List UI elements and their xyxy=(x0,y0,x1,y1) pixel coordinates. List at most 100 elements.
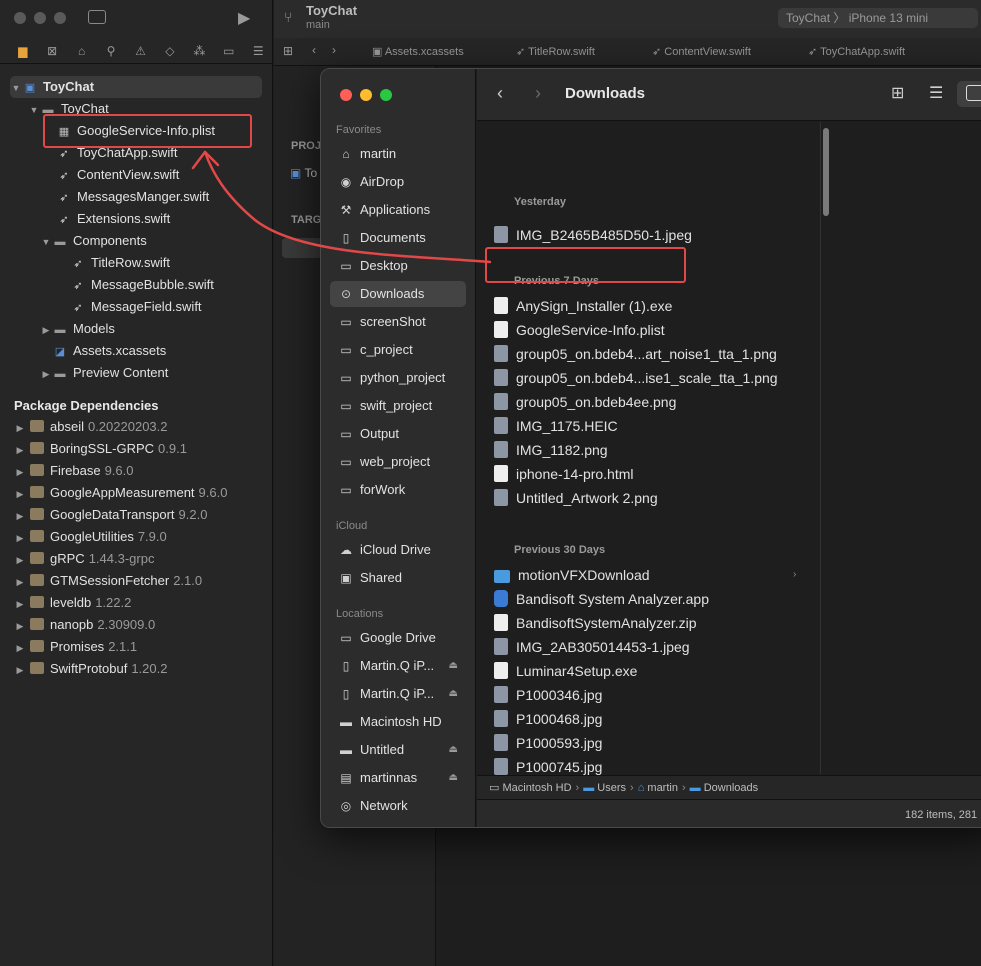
breakpoint-navigator-icon[interactable]: ▭ xyxy=(214,38,243,64)
path-segment[interactable]: martin xyxy=(647,782,678,794)
package-row[interactable]: ▶ Promises 2.1.1 xyxy=(14,636,138,659)
models-folder-row[interactable]: ▶ ▬ Models xyxy=(40,318,115,340)
minimize-window-button[interactable] xyxy=(360,89,372,101)
file-row[interactable]: P1000593.jpg xyxy=(494,731,602,755)
zoom-window-button[interactable] xyxy=(380,89,392,101)
file-row[interactable]: ➶ MessageBubble.swift xyxy=(70,274,213,296)
sidebar-item-python-project[interactable]: ▭ python_project xyxy=(330,365,466,391)
file-row[interactable]: Luminar4Setup.exe xyxy=(494,659,637,683)
package-row[interactable]: ▶ abseil 0.20220203.2 xyxy=(14,416,168,438)
close-window-button[interactable] xyxy=(14,12,26,24)
eject-icon[interactable]: ⏏ xyxy=(449,737,458,763)
project-navigator-icon[interactable]: ▆ xyxy=(8,38,37,64)
file-row[interactable]: motionVFXDownload xyxy=(494,563,650,587)
chevron-right-icon[interactable]: ▶ xyxy=(14,505,26,527)
path-segment[interactable]: Macintosh HD xyxy=(502,782,571,794)
file-row[interactable]: group05_on.bdeb4...ise1_scale_tta_1.png xyxy=(494,366,778,390)
chevron-right-icon[interactable]: ▶ xyxy=(14,483,26,505)
chevron-right-icon[interactable]: ▶ xyxy=(40,363,52,385)
eject-icon[interactable]: ⏏ xyxy=(449,681,458,707)
sidebar-item-applications[interactable]: ⚒ Applications xyxy=(330,197,466,223)
chevron-right-icon[interactable]: ▶ xyxy=(14,637,26,659)
package-row[interactable]: ▶ GoogleAppMeasurement 9.6.0 xyxy=(14,482,228,505)
sidebar-item-shared[interactable]: ▣ Shared xyxy=(330,565,466,591)
sidebar-item-network[interactable]: ◎ Network xyxy=(330,793,466,819)
assets-row[interactable]: ◪ Assets.xcassets xyxy=(52,340,166,362)
sidebar-item-icloud-drive[interactable]: ☁ iCloud Drive xyxy=(330,537,466,563)
source-control-icon[interactable]: ⊠ xyxy=(37,38,66,64)
file-row[interactable]: IMG_1175.HEIC xyxy=(494,414,618,438)
symbol-navigator-icon[interactable]: ⌂ xyxy=(67,38,96,64)
chevron-right-icon[interactable]: ▶ xyxy=(14,615,26,637)
sidebar-item-martin-q-ip-[interactable]: ▯ Martin.Q iP... ⏏ xyxy=(330,681,466,707)
issue-navigator-icon[interactable]: ⚠ xyxy=(126,38,155,64)
forward-icon[interactable]: › xyxy=(332,43,336,57)
file-row[interactable]: ➶ Extensions.swift xyxy=(56,208,170,230)
file-list-scrollbar[interactable] xyxy=(820,122,830,774)
sidebar-item-untitled[interactable]: ▬ Untitled ⏏ xyxy=(330,737,466,763)
package-row[interactable]: ▶ Firebase 9.6.0 xyxy=(14,460,134,482)
sidebar-item-desktop[interactable]: ▭ Desktop xyxy=(330,253,466,279)
file-row[interactable]: BandisoftSystemAnalyzer.zip xyxy=(494,611,697,635)
sidebar-item-google-drive[interactable]: ▭ Google Drive xyxy=(330,625,466,651)
zoom-window-button[interactable] xyxy=(54,12,66,24)
package-row[interactable]: ▶ leveldb 1.22.2 xyxy=(14,592,132,614)
file-row[interactable]: GoogleService-Info.plist xyxy=(494,318,665,342)
chevron-down-icon[interactable]: ▼ xyxy=(10,77,22,99)
file-row[interactable]: ➶ ContentView.swift xyxy=(56,164,179,186)
file-row[interactable]: IMG_2AB305014453-1.jpeg xyxy=(494,635,690,659)
package-row[interactable]: ▶ nanopb 2.30909.0 xyxy=(14,614,156,637)
editor-grid-icon[interactable]: ⊞ xyxy=(283,44,293,58)
tab-titlerow[interactable]: ➶ TitleRow.swift xyxy=(516,38,595,66)
back-icon[interactable]: ‹ xyxy=(312,43,316,57)
eject-icon[interactable]: ⏏ xyxy=(449,653,458,679)
project-item[interactable]: ▣ To xyxy=(290,166,317,180)
chevron-right-icon[interactable]: ▶ xyxy=(14,571,26,593)
file-row[interactable]: ➶ TitleRow.swift xyxy=(70,252,170,274)
sidebar-item-swift-project[interactable]: ▭ swift_project xyxy=(330,393,466,419)
package-row[interactable]: ▶ SwiftProtobuf 1.20.2 xyxy=(14,658,168,680)
chevron-right-icon[interactable]: ▶ xyxy=(14,527,26,549)
sidebar-item-screenshot[interactable]: ▭ screenShot xyxy=(330,309,466,335)
sidebar-item-c-project[interactable]: ▭ c_project xyxy=(330,337,466,363)
sidebar-item-martin[interactable]: ⌂ martin xyxy=(330,141,466,167)
package-row[interactable]: ▶ gRPC 1.44.3-grpc xyxy=(14,548,155,571)
chevron-right-icon[interactable]: ▶ xyxy=(40,319,52,341)
project-root-row[interactable]: ▼ ▣ ToyChat xyxy=(10,76,262,98)
chevron-right-icon[interactable]: ▶ xyxy=(14,439,26,461)
chevron-down-icon[interactable]: ▼ xyxy=(28,99,40,121)
close-window-button[interactable] xyxy=(340,89,352,101)
path-segment[interactable]: Downloads xyxy=(704,782,758,794)
sidebar-item-web-project[interactable]: ▭ web_project xyxy=(330,449,466,475)
list-view-icon[interactable]: ☰ xyxy=(929,83,943,103)
file-row[interactable]: P1000468.jpg xyxy=(494,707,602,731)
run-button-icon[interactable]: ▶ xyxy=(238,8,250,28)
forward-button-icon[interactable]: › xyxy=(535,83,541,104)
column-view-button[interactable] xyxy=(957,81,981,107)
file-row[interactable]: Untitled_Artwork 2.png xyxy=(494,486,658,510)
tab-toychatapp[interactable]: ➶ ToyChatApp.swift xyxy=(808,38,905,66)
icon-view-icon[interactable]: ⊞ xyxy=(891,83,904,103)
package-row[interactable]: ▶ BoringSSL-GRPC 0.9.1 xyxy=(14,438,187,460)
package-row[interactable]: ▶ GoogleUtilities 7.9.0 xyxy=(14,526,167,548)
back-button-icon[interactable]: ‹ xyxy=(497,83,503,104)
sidebar-item-documents[interactable]: ▯ Documents xyxy=(330,225,466,251)
tab-assets[interactable]: ▣ Assets.xcassets xyxy=(372,38,464,66)
file-row[interactable]: P1000346.jpg xyxy=(494,683,602,707)
path-segment[interactable]: Users xyxy=(597,782,626,794)
file-row[interactable]: AnySign_Installer (1).exe xyxy=(494,294,672,318)
test-navigator-icon[interactable]: ◇ xyxy=(155,38,184,64)
sidebar-item-martinnas[interactable]: ▤ martinnas ⏏ xyxy=(330,765,466,791)
eject-icon[interactable]: ⏏ xyxy=(449,765,458,791)
tab-contentview[interactable]: ➶ ContentView.swift xyxy=(652,38,751,66)
file-row[interactable]: ➶ MessageField.swift xyxy=(70,296,201,318)
report-navigator-icon[interactable]: ☰ xyxy=(244,38,273,64)
chevron-right-icon[interactable]: ▶ xyxy=(14,549,26,571)
package-row[interactable]: ▶ GoogleDataTransport 9.2.0 xyxy=(14,504,208,527)
sidebar-item-forwork[interactable]: ▭ forWork xyxy=(330,477,466,503)
target-item[interactable] xyxy=(282,238,322,258)
chevron-down-icon[interactable]: ▼ xyxy=(40,231,52,253)
scheme-selector[interactable]: ToyChat 〉 iPhone 13 mini xyxy=(778,8,978,28)
sidebar-item-output[interactable]: ▭ Output xyxy=(330,421,466,447)
components-folder-row[interactable]: ▼ ▬ Components xyxy=(40,230,147,252)
